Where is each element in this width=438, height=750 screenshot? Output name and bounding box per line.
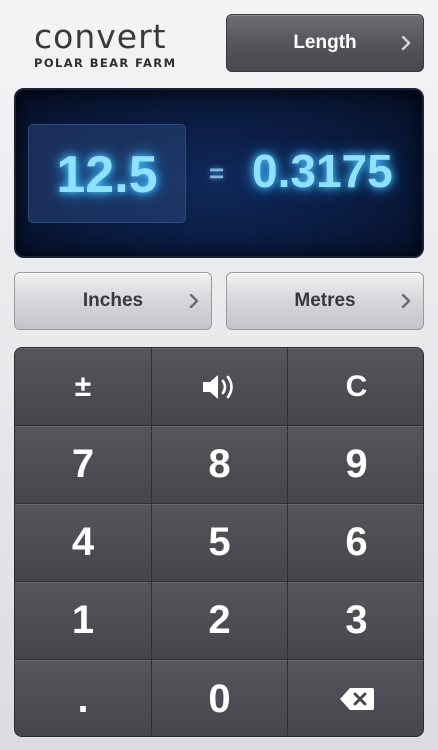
- equals-sign: =: [209, 158, 225, 188]
- plus-minus-label: ±: [74, 369, 92, 403]
- decimal-key[interactable]: .: [15, 660, 152, 736]
- speaker-icon: [202, 374, 233, 399]
- digit-1-key[interactable]: 1: [15, 582, 152, 660]
- sound-toggle-key[interactable]: [152, 348, 288, 426]
- output-value: 0.3175: [252, 145, 393, 197]
- to-unit-button[interactable]: Metres: [226, 272, 424, 330]
- digit-2-label: 2: [208, 598, 231, 642]
- digit-3-key[interactable]: 3: [288, 582, 423, 660]
- digit-7-label: 7: [71, 442, 95, 486]
- digit-7-key[interactable]: 7: [15, 426, 152, 504]
- backspace-key[interactable]: [288, 660, 423, 736]
- clear-label: C: [345, 369, 368, 403]
- digit-4-key[interactable]: 4: [15, 504, 152, 582]
- digit-9-key[interactable]: 9: [288, 426, 423, 504]
- digit-5-label: 5: [208, 520, 231, 564]
- input-value: 12.5: [56, 146, 158, 204]
- chevron-right-icon: [401, 294, 411, 308]
- digit-8-key[interactable]: 8: [152, 426, 288, 504]
- digit-1-label: 1: [71, 598, 95, 642]
- from-unit-label: Inches: [82, 290, 144, 311]
- digit-4-label: 4: [71, 520, 95, 564]
- to-unit-label: Metres: [294, 290, 356, 311]
- digit-9-label: 9: [345, 442, 368, 486]
- digit-8-label: 8: [208, 442, 231, 486]
- input-value-box[interactable]: 12.5: [28, 124, 186, 223]
- backspace-icon: [339, 688, 374, 710]
- clear-key[interactable]: C: [288, 348, 423, 426]
- digit-3-label: 3: [345, 598, 368, 642]
- digit-6-key[interactable]: 6: [288, 504, 423, 582]
- from-unit-button[interactable]: Inches: [14, 272, 212, 330]
- plus-minus-key[interactable]: ±: [15, 348, 152, 426]
- app-logo: convert POLAR BEAR FARM: [34, 17, 204, 71]
- decimal-label: .: [77, 676, 89, 721]
- category-button[interactable]: Length: [226, 14, 424, 72]
- digit-2-key[interactable]: 2: [152, 582, 288, 660]
- logo-subtitle: POLAR BEAR FARM: [34, 56, 177, 70]
- keypad: ± C 7 8 9 4 5 6 1 2 3 . 0: [14, 347, 424, 737]
- logo-wordmark: convert: [34, 17, 167, 56]
- category-label: Length: [293, 32, 357, 53]
- chevron-right-icon: [401, 36, 411, 50]
- chevron-right-icon: [189, 294, 199, 308]
- digit-5-key[interactable]: 5: [152, 504, 288, 582]
- digit-6-label: 6: [345, 520, 368, 564]
- digit-0-key[interactable]: 0: [152, 660, 288, 736]
- digit-0-label: 0: [208, 676, 231, 721]
- conversion-display: 12.5 = 0.3175: [14, 88, 424, 258]
